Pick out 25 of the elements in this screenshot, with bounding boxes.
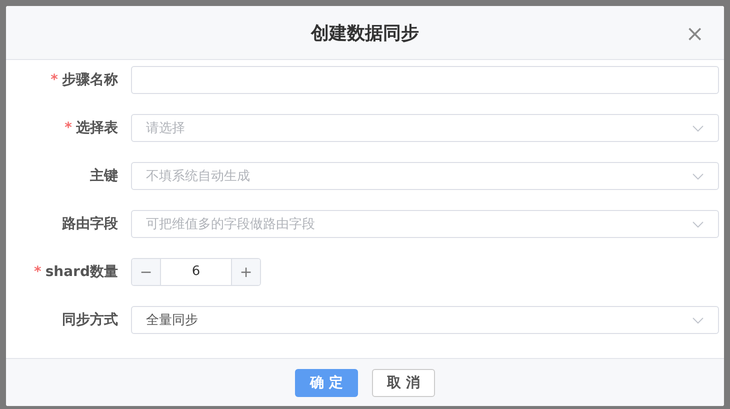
- required-asterisk: *: [34, 264, 42, 280]
- field-label: 同步方式: [62, 312, 118, 328]
- select-field[interactable]: 不填系统自动生成: [131, 162, 719, 190]
- select-field[interactable]: 请选择: [131, 114, 719, 142]
- chevron-down-icon: [692, 124, 704, 132]
- chevron-down-icon: [692, 316, 704, 324]
- required-asterisk: *: [50, 72, 58, 88]
- increment-button[interactable]: +: [232, 259, 260, 285]
- chevron-down-icon: [692, 172, 704, 180]
- cancel-button[interactable]: 取 消: [372, 368, 435, 396]
- chevron-down-icon: [692, 220, 704, 228]
- field-label: shard数量: [45, 264, 118, 280]
- field-label: 选择表: [76, 120, 118, 136]
- dialog-title: 创建数据同步: [311, 22, 419, 44]
- number-stepper[interactable]: − 6 +: [131, 258, 261, 286]
- field-label: 主键: [90, 168, 118, 184]
- confirm-button[interactable]: 确 定: [295, 368, 358, 396]
- field-label: 路由字段: [62, 216, 118, 232]
- field-label: 步骤名称: [62, 72, 118, 88]
- close-button[interactable]: ×: [686, 26, 704, 44]
- decrement-button[interactable]: −: [132, 259, 160, 285]
- required-asterisk: *: [64, 120, 72, 136]
- select-field[interactable]: 全量同步: [131, 306, 719, 334]
- select-field[interactable]: 可把维值多的字段做路由字段: [131, 210, 719, 238]
- text-field[interactable]: [131, 66, 719, 94]
